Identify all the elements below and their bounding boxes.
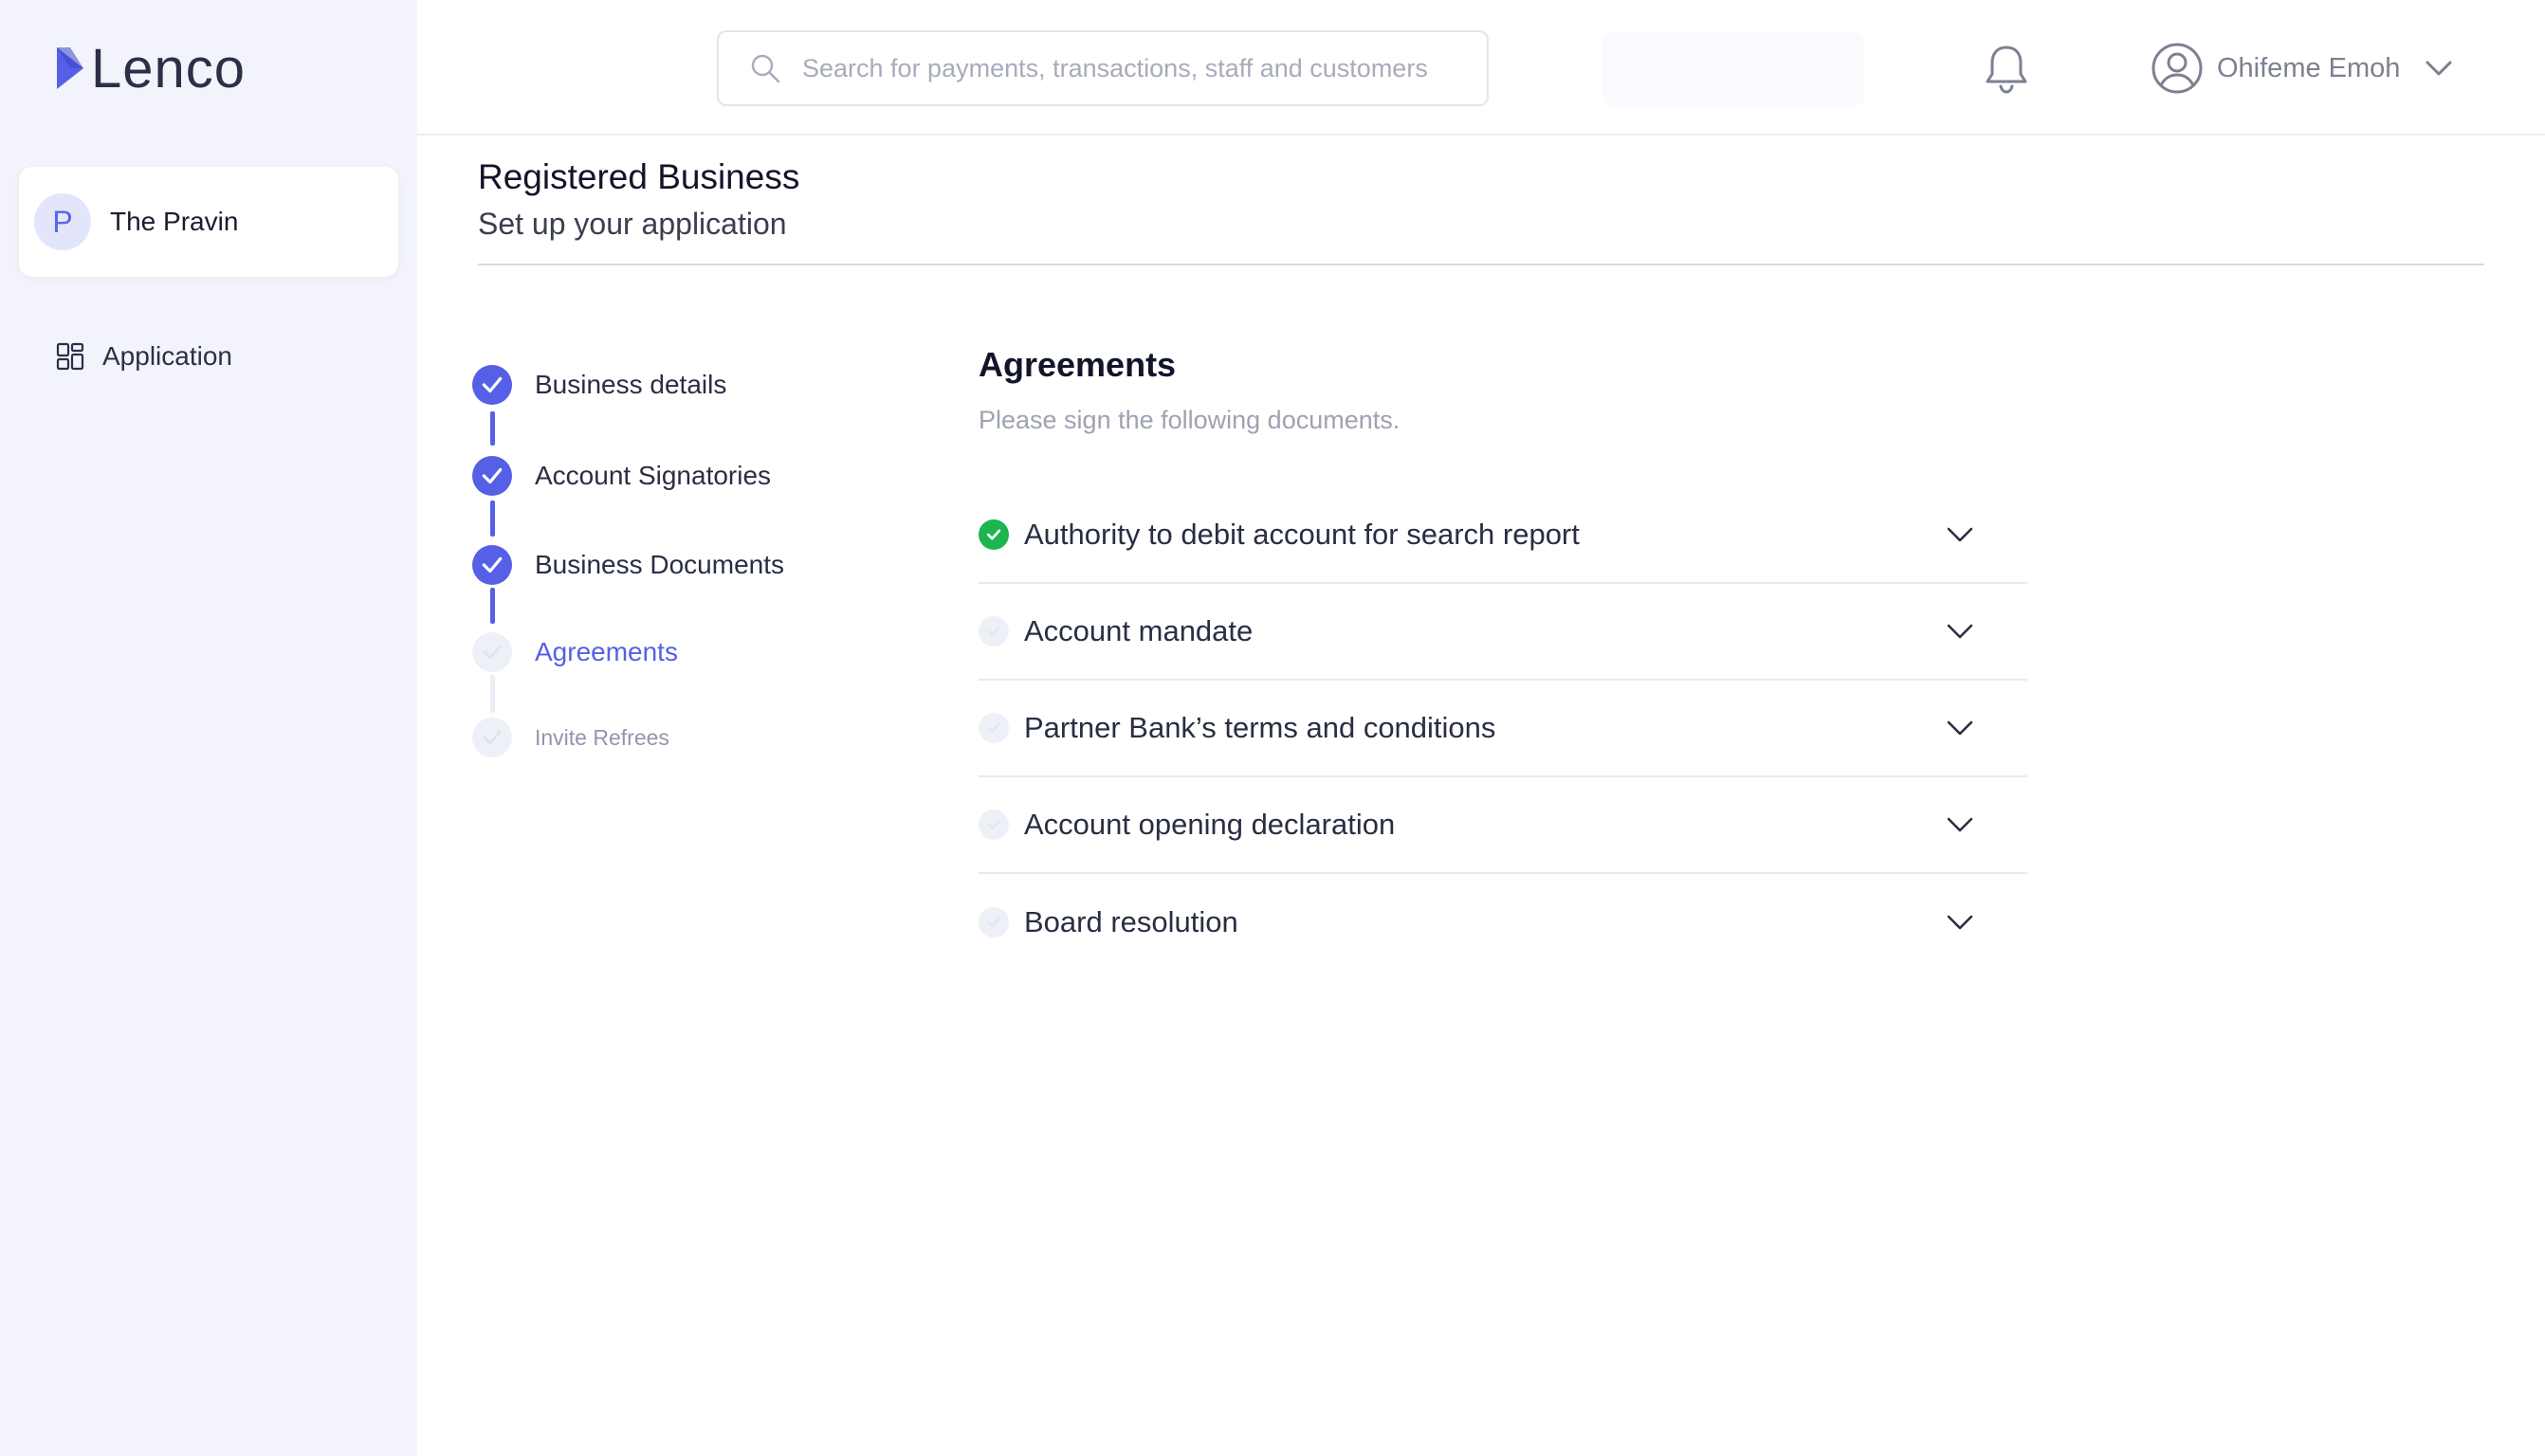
lenco-logo-icon (57, 47, 83, 89)
account-avatar: P (34, 193, 91, 250)
user-avatar-icon (2151, 43, 2203, 94)
top-header: Ohifeme Emoh (417, 0, 2545, 136)
sidebar: Lenco P The Pravin Application (0, 0, 417, 1456)
chevron-down-icon[interactable] (1946, 815, 1974, 834)
step-connector (490, 411, 495, 446)
step-check-icon (472, 456, 512, 496)
logo-text: Lenco (91, 37, 247, 100)
faded-header-button (1602, 32, 1864, 106)
chevron-down-icon[interactable] (1946, 525, 1974, 544)
step-label: Account Signatories (535, 461, 772, 490)
search-input[interactable] (802, 53, 1466, 83)
document-row-partner-bank-terms[interactable]: Partner Bank’s terms and conditions (979, 681, 2027, 777)
step-label: Agreements (535, 637, 678, 666)
step-connector (490, 500, 495, 537)
document-row-board-resolution[interactable]: Board resolution (979, 874, 2027, 971)
user-name: Ohifeme Emoh (2217, 52, 2401, 83)
step-label: Invite Refrees (535, 724, 669, 750)
step-label: Business details (535, 370, 727, 399)
agreements-section: Agreements Please sign the following doc… (979, 345, 2027, 938)
document-label: Account opening declaration (1024, 808, 1396, 841)
step-connector (490, 675, 495, 713)
search-icon (751, 54, 780, 83)
search-box[interactable] (717, 30, 1489, 106)
account-name: The Pravin (110, 207, 239, 236)
lenco-logo[interactable]: Lenco (53, 37, 247, 100)
page-subtitle: Set up your application (478, 207, 787, 241)
section-title: Agreements (979, 345, 1177, 384)
step-agreements[interactable]: Agreements (472, 631, 678, 673)
step-check-icon (472, 718, 512, 757)
header-divider (478, 264, 2484, 265)
sidebar-item-label: Application (102, 341, 232, 371)
step-account-signatories[interactable]: Account Signatories (472, 455, 771, 497)
chevron-down-icon[interactable] (1946, 913, 1974, 932)
document-label: Board resolution (1024, 905, 1238, 938)
unsigned-check-icon (979, 616, 1009, 646)
unsigned-check-icon (979, 810, 1009, 840)
document-row-opening-declaration[interactable]: Account opening declaration (979, 777, 2027, 874)
step-business-documents[interactable]: Business Documents (472, 544, 784, 586)
unsigned-check-icon (979, 713, 1009, 743)
document-row-debit-authority[interactable]: Authority to debit account for search re… (979, 487, 2027, 584)
step-business-details[interactable]: Business details (472, 364, 726, 406)
document-label: Account mandate (1024, 614, 1254, 647)
step-check-icon (472, 632, 512, 672)
document-row-account-mandate[interactable]: Account mandate (979, 584, 2027, 681)
step-label: Business Documents (535, 550, 785, 579)
notification-bell-icon[interactable] (1982, 42, 2031, 95)
signed-check-icon (979, 519, 1009, 550)
page-title: Registered Business (478, 157, 800, 196)
step-check-icon (472, 545, 512, 585)
chevron-down-icon (2426, 61, 2452, 76)
application-stepper: Business details Account Signatories Bus… (472, 360, 870, 777)
document-list: Authority to debit account for search re… (979, 487, 2027, 971)
sidebar-item-application[interactable]: Application (55, 336, 232, 377)
step-check-icon (472, 365, 512, 405)
document-label: Authority to debit account for search re… (1024, 518, 1580, 551)
unsigned-check-icon (979, 907, 1009, 937)
grid-icon (56, 342, 84, 371)
step-connector (490, 588, 495, 624)
document-label: Partner Bank’s terms and conditions (1024, 711, 1496, 744)
step-invite-referees[interactable]: Invite Refrees (472, 717, 669, 758)
account-switcher[interactable]: P The Pravin (19, 167, 398, 277)
chevron-down-icon[interactable] (1946, 719, 1974, 737)
user-menu[interactable]: Ohifeme Emoh (2151, 40, 2453, 97)
chevron-down-icon[interactable] (1946, 622, 1974, 641)
section-description: Please sign the following documents. (979, 406, 1401, 434)
